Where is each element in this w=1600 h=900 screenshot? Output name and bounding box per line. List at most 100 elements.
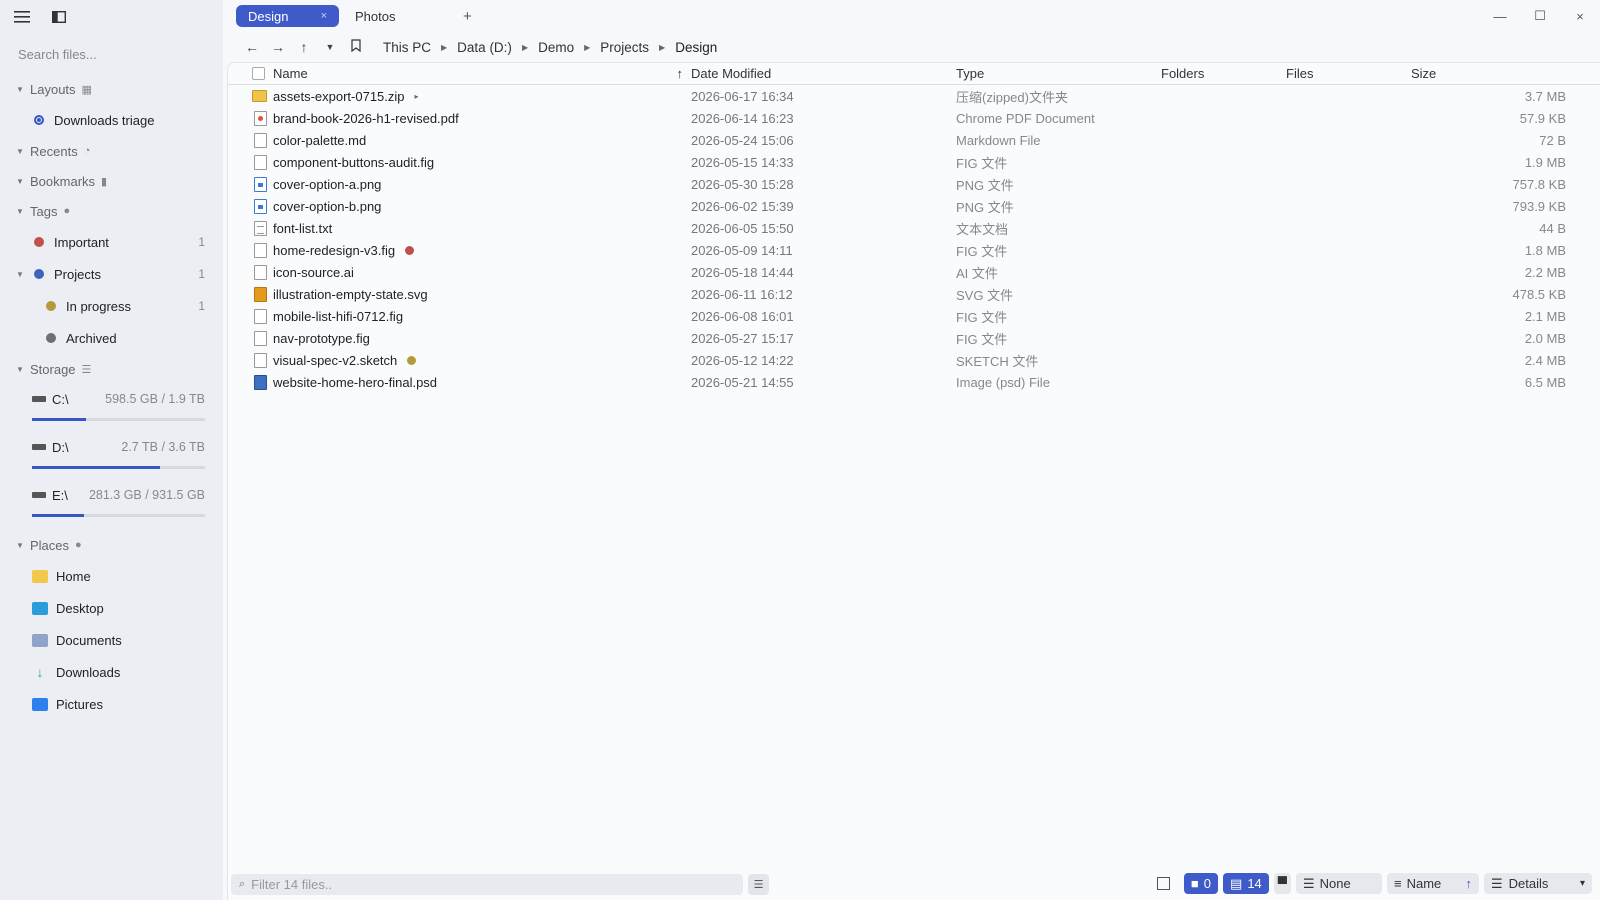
sidebar: Search files... ▼ Layouts ▦ Downloads tr… xyxy=(0,0,223,900)
breadcrumb-separator-icon[interactable]: ▶ xyxy=(655,43,669,52)
new-tab-button[interactable]: + xyxy=(463,8,472,25)
breadcrumb-separator-icon[interactable]: ▶ xyxy=(518,43,532,52)
breadcrumb-item[interactable]: Data (D:) xyxy=(451,40,518,55)
table-row[interactable]: nav-prototype.fig 2026-05-27 15:17 FIG 文件 2… xyxy=(228,327,1600,349)
table-row[interactable]: component-buttons-audit.fig 2026-05-15 14… xyxy=(228,151,1600,173)
select-mode-checkbox[interactable] xyxy=(1156,877,1170,890)
file-type: FIG 文件 xyxy=(956,243,1008,259)
layout-item-downloads-triage[interactable]: Downloads triage xyxy=(0,104,223,136)
tag-item-important[interactable]: Important 1 xyxy=(0,226,223,258)
filter-options-button[interactable]: ☰ xyxy=(748,873,769,895)
column-header-date[interactable]: Date Modified xyxy=(691,66,956,81)
section-places[interactable]: ▼ Places ● xyxy=(0,530,223,560)
table-row[interactable]: brand-book-2026-h1-revised.pdf 2026-06-14… xyxy=(228,107,1600,129)
clock-icon: ◔ xyxy=(83,145,91,157)
tag-item-archived[interactable]: Archived xyxy=(0,322,223,354)
file-type: 压缩(zipped)文件夹 xyxy=(956,89,1068,105)
drive-item-e[interactable]: E:\ 281.3 GB / 931.5 GB xyxy=(0,480,223,528)
forward-arrow-icon[interactable]: → xyxy=(265,39,291,55)
downloads-icon: ↓ xyxy=(36,663,44,680)
sort-by-dropdown[interactable]: ≡ Name ↑ xyxy=(1387,873,1479,894)
view-mode-dropdown[interactable]: ☰ Details ▾ xyxy=(1484,873,1592,894)
history-dropdown-icon[interactable]: ▼ xyxy=(317,42,343,52)
file-date: 2026-05-09 14:11 xyxy=(691,242,793,258)
tab-design[interactable]: Design × xyxy=(236,5,339,27)
table-row[interactable]: icon-source.ai 2026-05-18 14:44 AI 文件 2.2 M… xyxy=(228,261,1600,283)
breadcrumb-separator-icon[interactable]: ▶ xyxy=(580,43,594,52)
group-by-value: None xyxy=(1319,876,1351,891)
table-row[interactable]: mobile-list-hifi-0712.fig 2026-06-08 16:0… xyxy=(228,305,1600,327)
hamburger-menu-icon[interactable] xyxy=(14,10,30,24)
file-type: Image (psd) File xyxy=(956,374,1050,390)
place-item-home[interactable]: Home xyxy=(0,560,223,592)
place-item-desktop[interactable]: Desktop xyxy=(0,592,223,624)
section-tags[interactable]: ▼ Tags ● xyxy=(0,196,223,226)
table-row[interactable]: illustration-empty-state.svg 2026-06-11 1… xyxy=(228,283,1600,305)
section-bookmarks[interactable]: ▼ Bookmarks ▮ xyxy=(0,166,223,196)
text-file-icon xyxy=(254,220,267,236)
tag-item-projects[interactable]: ▼ Projects 1 xyxy=(0,258,223,290)
table-row[interactable]: cover-option-a.png 2026-05-30 15:28 PNG 文件… xyxy=(228,173,1600,195)
minimize-button[interactable]: — xyxy=(1480,9,1520,24)
table-row[interactable]: home-redesign-v3.fig 2026-05-09 14:11 FIG … xyxy=(228,239,1600,261)
group-by-dropdown[interactable]: ☰ None xyxy=(1296,873,1382,894)
table-row[interactable]: visual-spec-v2.sketch 2026-05-12 14:22 SKE… xyxy=(228,349,1600,371)
file-type: 文本文档 xyxy=(956,221,1009,237)
toggle-sidebar-icon[interactable] xyxy=(52,11,66,23)
breadcrumb-item[interactable]: Demo xyxy=(532,40,580,55)
preview-pane-button[interactable]: ▀ xyxy=(1273,873,1291,894)
drive-item-c[interactable]: C:\ 598.5 GB / 1.9 TB xyxy=(0,384,223,432)
section-layouts[interactable]: ▼ Layouts ▦ xyxy=(0,74,223,104)
bookmark-toggle-icon[interactable] xyxy=(343,39,369,55)
column-header-files[interactable]: Files xyxy=(1286,66,1411,81)
table-row[interactable]: color-palette.md 2026-05-24 15:06 Markdown… xyxy=(228,129,1600,151)
folders-count-toggle[interactable]: ■ 0 xyxy=(1183,873,1219,894)
table-row[interactable]: website-home-hero-final.psd 2026-05-21 14… xyxy=(228,371,1600,393)
breadcrumb-item-current[interactable]: Design xyxy=(669,40,723,55)
drive-usage-fill xyxy=(32,514,84,517)
files-count-toggle[interactable]: ▤ 14 xyxy=(1223,873,1269,894)
place-item-documents[interactable]: Documents xyxy=(0,624,223,656)
place-item-downloads[interactable]: ↓ Downloads xyxy=(0,656,223,688)
table-row[interactable]: cover-option-b.png 2026-06-02 15:39 PNG 文件… xyxy=(228,195,1600,217)
table-row[interactable]: assets-export-0715.zip ▸ 2026-06-17 16:34 压… xyxy=(228,85,1600,107)
column-header-size[interactable]: Size xyxy=(1411,66,1566,81)
breadcrumb-separator-icon[interactable]: ▶ xyxy=(437,43,451,52)
sidebar-search-input[interactable]: Search files... xyxy=(0,34,223,74)
file-icon xyxy=(254,308,267,324)
file-type: PNG 文件 xyxy=(956,177,1014,193)
file-name: color-palette.md xyxy=(273,132,367,148)
section-storage[interactable]: ▼ Storage ☰ xyxy=(0,354,223,384)
sort-direction-icon[interactable]: ↑ xyxy=(1466,876,1473,891)
close-tab-icon[interactable]: × xyxy=(321,10,327,22)
column-header-folders[interactable]: Folders xyxy=(1161,66,1286,81)
place-item-pictures[interactable]: Pictures xyxy=(0,688,223,720)
file-size: 2.1 MB xyxy=(1524,308,1566,324)
section-recents[interactable]: ▼ Recents ◔ xyxy=(0,136,223,166)
up-arrow-icon[interactable]: ↑ xyxy=(291,39,317,55)
filter-input[interactable]: ⌕ Filter 14 files.. xyxy=(231,873,743,895)
file-date: 2026-05-21 14:55 xyxy=(691,374,794,390)
tag-color-dot xyxy=(34,269,44,279)
expand-arrow-icon[interactable]: ▸ xyxy=(415,92,419,101)
file-size: 1.9 MB xyxy=(1524,154,1566,170)
select-all-checkbox[interactable] xyxy=(252,67,265,80)
tag-item-in-progress[interactable]: In progress 1 xyxy=(0,290,223,322)
documents-icon xyxy=(32,633,48,647)
tab-label: Design xyxy=(248,8,289,24)
drive-item-d[interactable]: D:\ 2.7 TB / 3.6 TB xyxy=(0,432,223,480)
table-row[interactable]: font-list.txt 2026-06-05 15:50 文本文档 44 B xyxy=(228,217,1600,239)
tab-photos[interactable]: Photos xyxy=(343,5,455,27)
breadcrumb: This PC ▶ Data (D:) ▶ Demo ▶ Projects ▶ … xyxy=(377,40,723,55)
tag-dot-icon xyxy=(405,245,415,255)
caret-down-icon[interactable]: ▼ xyxy=(16,270,24,279)
tag-color-dot xyxy=(46,333,56,343)
close-window-button[interactable]: × xyxy=(1560,9,1600,24)
back-arrow-icon[interactable]: ← xyxy=(239,39,265,55)
group-icon: ☰ xyxy=(1303,875,1315,891)
column-header-name[interactable]: Name ↑ xyxy=(273,66,691,81)
column-header-type[interactable]: Type xyxy=(956,66,1161,81)
maximize-button[interactable]: ☐ xyxy=(1520,8,1560,24)
breadcrumb-item[interactable]: Projects xyxy=(594,40,655,55)
breadcrumb-item[interactable]: This PC xyxy=(377,40,437,55)
